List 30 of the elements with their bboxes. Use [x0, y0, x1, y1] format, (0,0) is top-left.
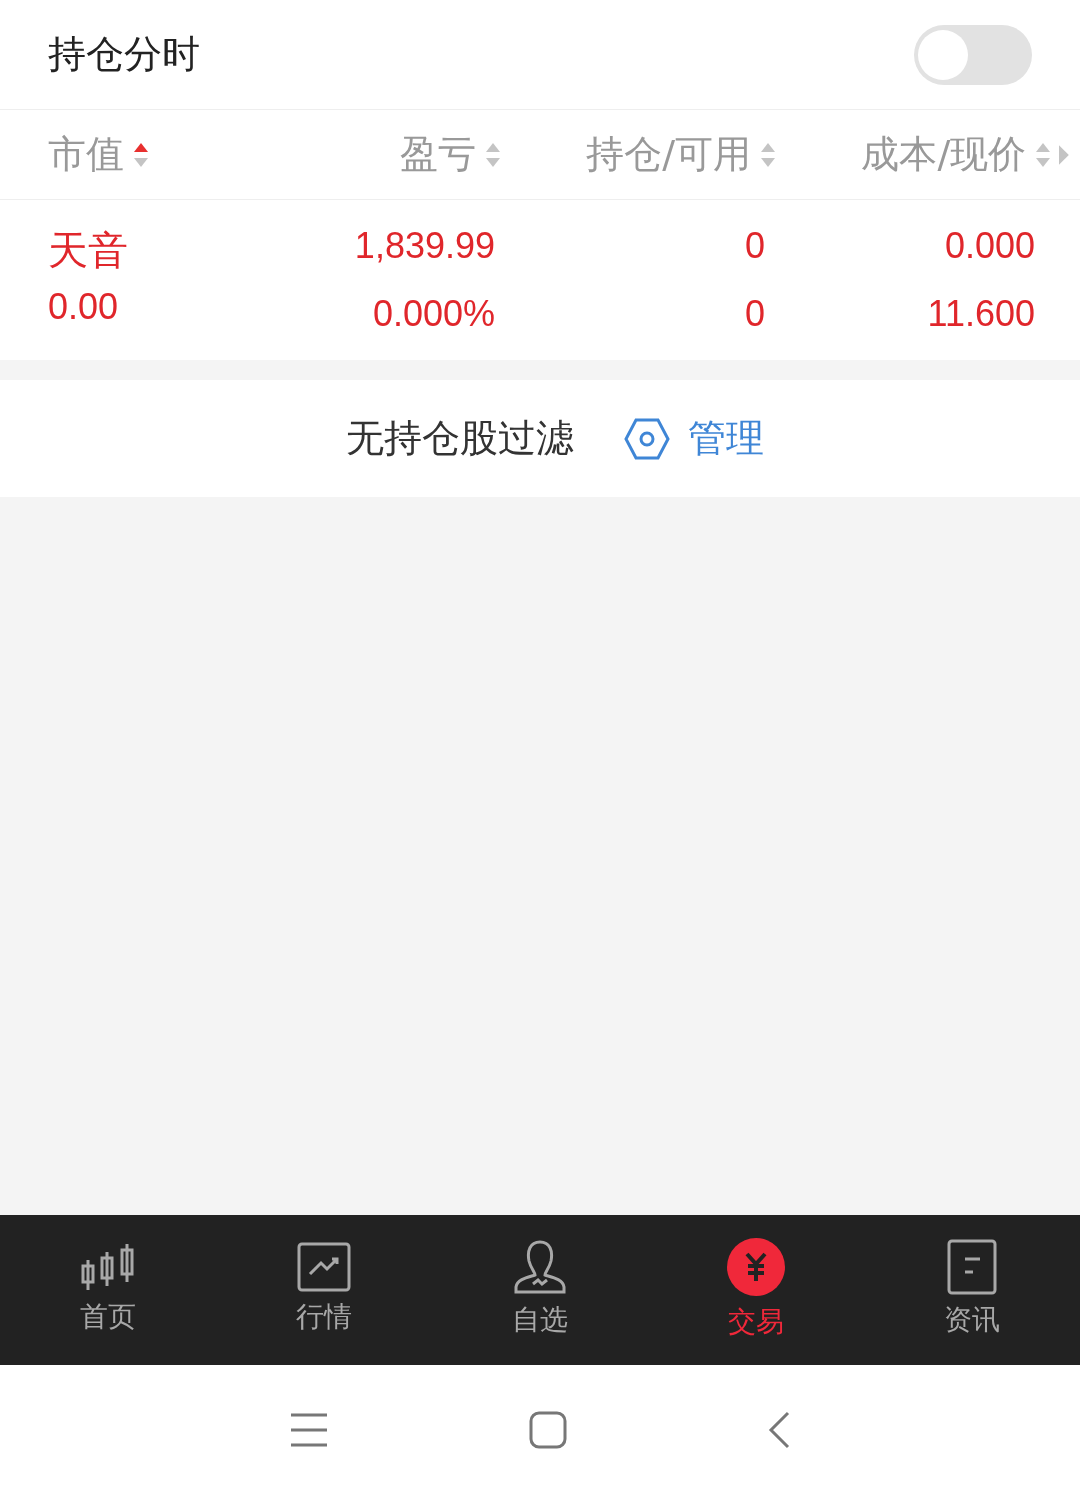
yen-icon	[726, 1237, 786, 1297]
manage-button[interactable]: 管理	[624, 410, 764, 467]
page-title: 持仓分时	[48, 31, 200, 78]
column-header[interactable]: 持仓/可用	[586, 126, 752, 183]
home-icon[interactable]	[529, 1411, 567, 1449]
nav-tab[interactable]: 首页	[0, 1215, 216, 1365]
profit-loss-percent: 0.000%	[372, 292, 495, 336]
menu-icon[interactable]	[289, 1412, 329, 1448]
stock-name: 天音	[48, 226, 129, 274]
candlestick-icon	[80, 1242, 136, 1292]
column-header[interactable]: 成本/现价	[861, 126, 1027, 183]
nav-tab[interactable]: 自选	[432, 1215, 648, 1365]
person-icon	[513, 1239, 567, 1295]
settings-icon	[624, 417, 670, 460]
cost-price: 0.000	[944, 224, 1035, 268]
market-value: 0.00	[48, 285, 120, 329]
available-quantity: 0	[744, 292, 765, 336]
document-icon	[947, 1239, 997, 1295]
holding-quantity: 0	[744, 224, 765, 268]
profit-loss: 1,839.99	[354, 224, 495, 268]
current-price: 11.600	[927, 292, 1035, 336]
scroll-right-icon	[1058, 143, 1070, 166]
back-icon[interactable]	[767, 1411, 791, 1449]
filter-label: 无持仓股过滤	[346, 415, 574, 462]
nav-tab[interactable]: 行情	[216, 1215, 432, 1365]
nav-tab[interactable]: 交易	[648, 1215, 864, 1365]
column-header[interactable]: 盈亏	[399, 126, 476, 183]
chart-icon	[297, 1242, 351, 1292]
nav-tab[interactable]: 资讯	[864, 1215, 1080, 1365]
column-header[interactable]: 市值	[48, 126, 124, 183]
